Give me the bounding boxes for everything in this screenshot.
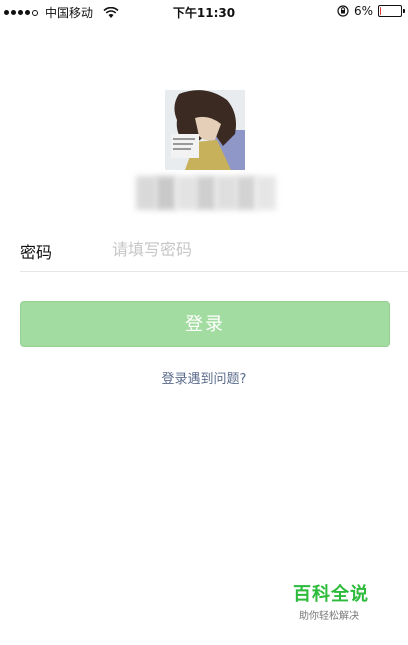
password-label: 密码 <box>20 243 53 262</box>
watermark-title: 百科全说 <box>293 584 369 605</box>
password-input[interactable] <box>112 235 392 263</box>
status-bar-right: 6% <box>337 4 405 18</box>
watermark-subtitle: 助你轻松解决 <box>299 611 359 622</box>
battery-icon <box>378 5 405 17</box>
rotation-lock-icon <box>337 5 349 17</box>
user-avatar-image <box>165 90 245 170</box>
status-bar: 中国移动 下午11:30 6% <box>0 0 408 24</box>
battery-level-fill <box>380 7 381 15</box>
password-row: 密码 <box>20 231 408 272</box>
user-avatar <box>165 90 245 170</box>
login-help-link[interactable]: 登录遇到问题? <box>0 368 408 387</box>
watermark: 百科全说 助你轻松解决 <box>293 580 383 622</box>
battery-percent: 6% <box>353 4 373 18</box>
login-button[interactable]: 登录 <box>20 301 390 347</box>
username-blurred <box>136 176 276 210</box>
